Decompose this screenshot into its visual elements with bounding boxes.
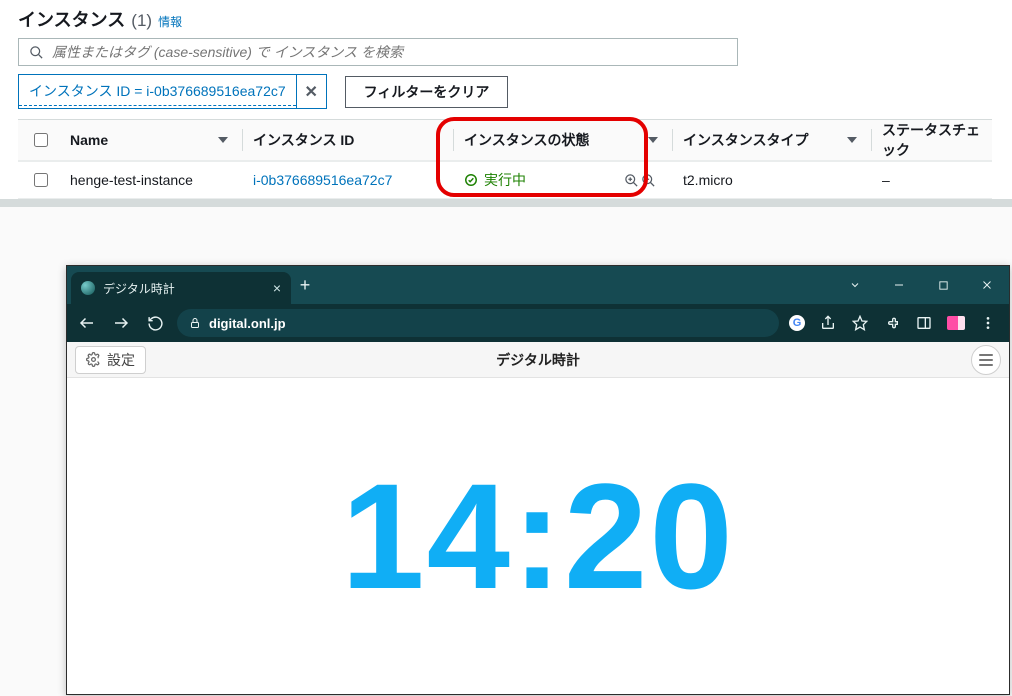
browser-window: デジタル時計 × + — [66, 265, 1010, 695]
search-icon — [29, 45, 44, 60]
settings-label: 設定 — [107, 350, 135, 370]
cell-status-check: – — [882, 172, 992, 188]
filter-chip: インスタンス ID = i-0b376689516ea72c7 ✕ — [18, 74, 327, 109]
clock-area: 14:20 — [67, 378, 1009, 694]
url-text: digital.onl.jp — [209, 316, 286, 331]
lock-icon — [189, 317, 201, 329]
panel-divider — [0, 199, 1012, 207]
tab-title: デジタル時計 — [103, 280, 175, 297]
gear-icon — [86, 352, 101, 367]
search-input[interactable] — [52, 44, 727, 60]
hamburger-line-icon — [979, 354, 993, 356]
share-icon[interactable] — [819, 314, 837, 332]
cell-name: henge-test-instance — [64, 172, 242, 188]
settings-button[interactable]: 設定 — [75, 346, 146, 374]
col-header-instance-id[interactable]: インスタンス ID — [253, 130, 453, 150]
page-menu-button[interactable] — [971, 345, 1001, 375]
nav-back-button[interactable] — [75, 311, 99, 335]
profile-badge-icon[interactable] — [947, 314, 965, 332]
google-search-icon[interactable]: G — [789, 315, 805, 331]
col-header-status-check[interactable]: ステータスチェック — [882, 120, 992, 160]
cell-type: t2.micro — [683, 172, 871, 188]
sort-caret-icon — [648, 137, 658, 143]
running-status-icon — [464, 173, 478, 187]
cell-state: 実行中 — [464, 170, 526, 190]
col-header-name[interactable]: Name — [64, 132, 242, 148]
info-link[interactable]: 情報 — [158, 13, 182, 30]
nav-forward-button[interactable] — [109, 311, 133, 335]
filter-row: インスタンス ID = i-0b376689516ea72c7 ✕ フィルターを… — [18, 74, 994, 109]
zoom-out-icon[interactable] — [641, 173, 656, 188]
col-header-name-label: Name — [70, 132, 108, 148]
extensions-puzzle-icon[interactable] — [883, 314, 901, 332]
window-maximize-button[interactable] — [921, 266, 965, 304]
table-row[interactable]: henge-test-instance i-0b376689516ea72c7 … — [18, 161, 992, 199]
bookmark-star-icon[interactable] — [851, 314, 869, 332]
col-header-type[interactable]: インスタンスタイプ — [683, 130, 871, 150]
instances-table: Name インスタンス ID インスタンスの状態 インスタンスタイプ ステータス… — [18, 119, 992, 199]
browser-address-bar: digital.onl.jp G — [67, 304, 1009, 342]
zoom-in-icon[interactable] — [624, 173, 639, 188]
search-box[interactable] — [18, 38, 738, 66]
side-panel-icon[interactable] — [915, 314, 933, 332]
nav-reload-button[interactable] — [143, 311, 167, 335]
col-header-status-check-label: ステータスチェック — [882, 120, 992, 160]
col-header-state[interactable]: インスタンスの状態 — [464, 130, 672, 150]
browser-tab[interactable]: デジタル時計 × — [71, 272, 291, 304]
col-header-type-label: インスタンスタイプ — [683, 130, 808, 150]
browser-titlebar: デジタル時計 × + — [67, 266, 1009, 304]
filter-chip-label: インスタンス ID = i-0b376689516ea72c7 — [19, 77, 296, 106]
panel-title: インスタンス — [18, 6, 125, 32]
clear-filters-button[interactable]: フィルターをクリア — [345, 76, 509, 108]
window-minimize-button[interactable] — [877, 266, 921, 304]
browser-menu-button[interactable] — [979, 314, 997, 332]
ec2-instances-panel: インスタンス (1) 情報 インスタンス ID = i-0b376689516e… — [0, 0, 1012, 199]
tab-favicon-icon — [81, 281, 95, 295]
window-close-button[interactable] — [965, 266, 1009, 304]
col-header-state-label: インスタンスの状態 — [464, 130, 589, 150]
hamburger-line-icon — [979, 359, 993, 361]
row-checkbox[interactable] — [34, 173, 48, 187]
sort-caret-icon — [218, 137, 228, 143]
cell-state-label: 実行中 — [484, 170, 526, 190]
tab-close-button[interactable]: × — [273, 280, 281, 296]
new-tab-button[interactable]: + — [291, 275, 319, 296]
window-dropdown-button[interactable] — [833, 266, 877, 304]
window-controls — [833, 266, 1009, 304]
panel-title-row: インスタンス (1) 情報 — [18, 6, 994, 32]
page-toolbar: 設定 デジタル時計 — [67, 342, 1009, 378]
sort-caret-icon — [847, 137, 857, 143]
page-title: デジタル時計 — [496, 350, 580, 370]
select-all-checkbox[interactable] — [34, 133, 48, 147]
cell-instance-id-link[interactable]: i-0b376689516ea72c7 — [253, 172, 453, 188]
hamburger-line-icon — [979, 364, 993, 366]
col-header-instance-id-label: インスタンス ID — [253, 130, 354, 150]
clock-time: 14:20 — [341, 450, 735, 623]
table-header-row: Name インスタンス ID インスタンスの状態 インスタンスタイプ ステータス… — [18, 119, 992, 161]
filter-chip-remove[interactable]: ✕ — [296, 75, 326, 108]
url-input[interactable]: digital.onl.jp — [177, 309, 779, 337]
panel-count: (1) — [131, 11, 152, 31]
address-bar-actions: G — [789, 314, 1001, 332]
